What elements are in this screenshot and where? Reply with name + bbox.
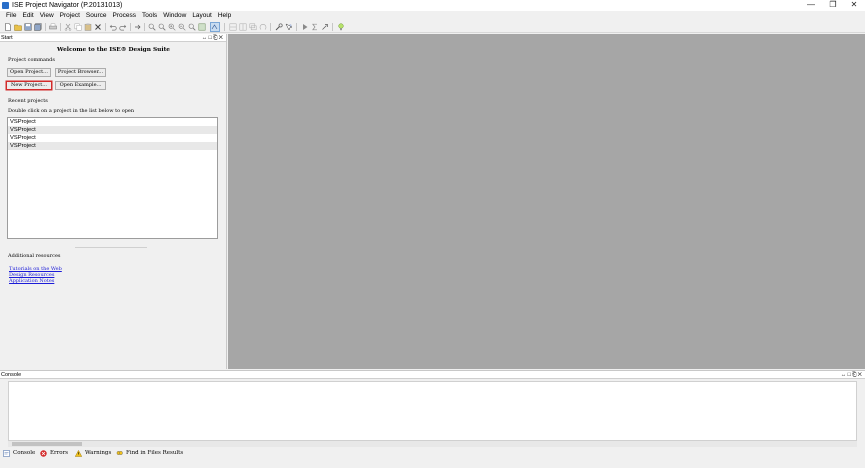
zoom-out-icon[interactable] [178, 23, 186, 31]
bottom-tab-bar: Console Errors Warnings Find in Files Re… [0, 448, 865, 458]
console-panel-title: Console [1, 372, 22, 378]
list-item[interactable]: VSProject [8, 118, 217, 126]
minimize-button[interactable]: — [800, 0, 822, 11]
application-notes-link[interactable]: Application Notes [9, 278, 54, 284]
save-icon[interactable] [24, 23, 32, 31]
tab-find-label: Find in Files Results [126, 450, 184, 456]
view-icon[interactable] [198, 23, 206, 31]
rerun-icon[interactable] [321, 23, 329, 31]
toolbar-separator [144, 23, 145, 31]
menu-file[interactable]: File [3, 11, 19, 21]
menu-window[interactable]: Window [160, 11, 189, 21]
recent-projects-list[interactable]: VSProject VSProject VSProject VSProject [7, 117, 218, 239]
tab-warnings-label: Warnings [85, 450, 112, 456]
section-divider [75, 247, 147, 248]
wrench-icon[interactable] [275, 23, 283, 31]
sum-icon[interactable] [311, 23, 319, 31]
toolbar-separator [224, 23, 225, 31]
start-panel-title: Start [1, 35, 13, 41]
list-item[interactable]: VSProject [8, 126, 217, 134]
toolbar: ? [0, 21, 865, 33]
toolbar-separator [296, 23, 297, 31]
error-icon [40, 449, 47, 457]
tab-find-in-files[interactable]: Find in Files Results [116, 448, 183, 458]
redo-icon[interactable] [119, 23, 127, 31]
tab-console-label: Console [13, 450, 36, 456]
view-design-icon[interactable] [210, 22, 220, 32]
toolbar-separator [130, 23, 131, 31]
open-example-button[interactable]: Open Example... [55, 81, 106, 90]
lightbulb-icon[interactable] [337, 23, 345, 31]
open-folder-icon[interactable] [14, 23, 22, 31]
menu-edit[interactable]: Edit [19, 11, 36, 21]
list-item[interactable]: VSProject [8, 134, 217, 142]
restore-button[interactable]: ❐ [822, 0, 844, 11]
project-commands-label: Project commands [8, 57, 55, 63]
console-icon [3, 449, 10, 457]
start-panel-header: Start ↔□⎗✕ [0, 34, 226, 42]
save-all-icon[interactable] [34, 23, 42, 31]
toolbar-separator [105, 23, 106, 31]
workspace-area[interactable] [228, 34, 865, 369]
console-panel: Console ↔□⎗✕ [0, 370, 865, 447]
menu-project[interactable]: Project [57, 11, 83, 21]
tab-console[interactable]: Console [3, 448, 35, 458]
panel-window-controls[interactable]: ↔□⎗✕ [202, 34, 224, 42]
close-button[interactable]: ✕ [843, 0, 865, 11]
start-panel: Start ↔□⎗✕ Welcome to the ISE® Design Su… [0, 34, 227, 369]
tile-vertical-icon[interactable] [239, 23, 247, 31]
open-project-button[interactable]: Open Project... [7, 68, 51, 77]
menu-help[interactable]: Help [215, 11, 234, 21]
tab-warnings[interactable]: Warnings [75, 448, 111, 458]
recent-projects-hint: Double click on a project in the list be… [8, 108, 135, 114]
close-window-icon[interactable] [259, 23, 267, 31]
panel-window-controls[interactable]: ↔□⎗✕ [841, 371, 863, 379]
horizontal-scrollbar[interactable] [8, 441, 857, 447]
additional-resources-label: Additional resources [8, 253, 61, 259]
toolbar-separator [270, 23, 271, 31]
new-project-button[interactable]: New Project... [6, 81, 52, 90]
recent-projects-label: Recent projects [8, 98, 48, 104]
toolbar-separator [60, 23, 61, 31]
list-item[interactable]: VSProject [8, 142, 217, 150]
tab-errors[interactable]: Errors [40, 448, 68, 458]
copy-icon[interactable] [74, 23, 82, 31]
new-file-icon[interactable] [4, 23, 12, 31]
toolbar-separator [45, 23, 46, 31]
paste-icon[interactable] [84, 23, 92, 31]
tab-errors-label: Errors [50, 450, 69, 456]
zoom-fit-icon[interactable] [188, 23, 196, 31]
zoom-in-icon[interactable] [168, 23, 176, 31]
find-in-files-icon [116, 450, 123, 455]
menu-process[interactable]: Process [110, 11, 139, 21]
find-next-icon[interactable] [158, 23, 166, 31]
undo-icon[interactable] [109, 23, 117, 31]
toolbar-separator [332, 23, 333, 31]
find-icon[interactable] [148, 23, 156, 31]
menu-view[interactable]: View [37, 11, 57, 21]
console-output[interactable] [8, 381, 857, 441]
print-icon[interactable] [49, 23, 57, 31]
app-icon [2, 2, 9, 9]
menu-source[interactable]: Source [83, 11, 110, 21]
vertical-scrollbar[interactable] [857, 381, 864, 441]
menu-bar: File Edit View Project Source Process To… [0, 11, 865, 21]
help-context-icon[interactable]: ? [285, 23, 293, 31]
title-bar: ISE Project Navigator (P.20131013) — ❐ ✕ [0, 0, 865, 11]
cascade-icon[interactable] [249, 23, 257, 31]
tile-horizontal-icon[interactable] [229, 23, 237, 31]
run-icon[interactable] [301, 23, 309, 31]
jump-icon[interactable] [134, 23, 142, 31]
scrollbar-thumb[interactable] [12, 442, 82, 446]
project-browser-button[interactable]: Project Browser... [55, 68, 106, 77]
cut-icon[interactable] [64, 23, 72, 31]
warning-icon [75, 449, 82, 457]
menu-layout[interactable]: Layout [189, 11, 215, 21]
console-panel-header: Console ↔□⎗✕ [0, 371, 865, 379]
welcome-title: Welcome to the ISE® Design Suite [57, 47, 170, 53]
delete-icon[interactable] [94, 23, 102, 31]
menu-tools[interactable]: Tools [139, 11, 160, 21]
window-title: ISE Project Navigator (P.20131013) [12, 2, 123, 9]
